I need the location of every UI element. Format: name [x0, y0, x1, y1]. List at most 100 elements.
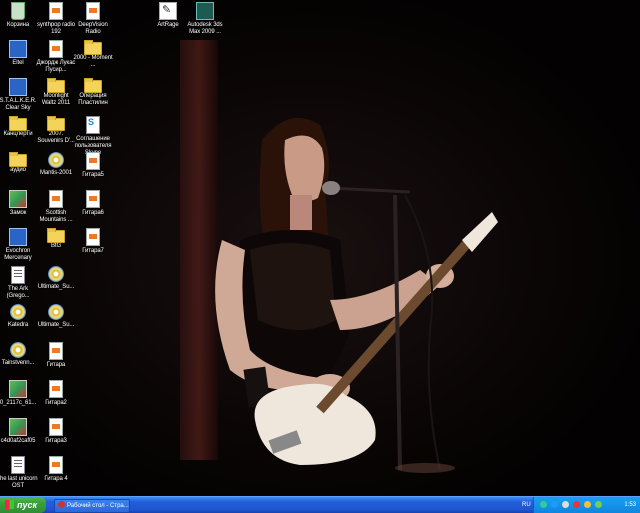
- desktop-icon[interactable]: Ultimate_Su...: [36, 266, 76, 306]
- desktop-icon[interactable]: Гитара 4: [36, 456, 76, 496]
- desktop-icon-label: Eltel: [12, 60, 24, 66]
- desktop-icon-label: Scottish Mountains ...: [39, 210, 73, 223]
- task-label: Рабочий стол - Стра...: [67, 503, 129, 509]
- desktop-icon[interactable]: Соглашение пользователя Skype: [73, 116, 113, 156]
- desktop-icon[interactable]: Корзина: [0, 2, 38, 42]
- desktop-icon[interactable]: S.T.A.L.K.E.R. Clear Sky: [0, 78, 38, 118]
- desktop-icon[interactable]: 2007. Souvenirs D'...: [36, 116, 76, 156]
- document-icon: [11, 456, 25, 474]
- artrage-icon: [159, 2, 177, 20]
- desktop-icon-label: the last unicorn OST: [0, 476, 38, 489]
- desktop-icon[interactable]: Гитара: [36, 342, 76, 382]
- desktop-icon-label: Операция Пластилин: [78, 93, 108, 106]
- folder-icon: [9, 152, 27, 167]
- desktop-icon-label: c4d0af2caf05: [0, 438, 36, 444]
- desktop-icon[interactable]: Mantis-2001: [36, 152, 76, 192]
- desktop-icon[interactable]: Гитара3: [36, 418, 76, 458]
- desktop-icon[interactable]: Scottish Mountains ...: [36, 190, 76, 230]
- start-button[interactable]: пуск: [0, 497, 46, 513]
- desktop-icon-label: Autodesk 3ds Max 2009 ...: [187, 22, 223, 35]
- desktop-icon-label: The Ark (Grego...: [6, 286, 30, 299]
- desktop-icon-label: 0_2117c_61...: [0, 400, 37, 406]
- taskbar-button-explorer[interactable]: Рабочий стол - Стра...: [54, 499, 130, 513]
- desktop-icon-label: 2007. Souvenirs D'...: [37, 131, 75, 144]
- desktop-icon-label: Корзина: [6, 22, 30, 28]
- desktop-icon[interactable]: Гитара2: [36, 380, 76, 420]
- skype-doc-icon: [86, 116, 100, 134]
- desktop-icon[interactable]: Tainstvenn...: [0, 342, 38, 382]
- desktop-icon[interactable]: 2000 - Moment ...: [73, 40, 113, 80]
- system-tray: RU 1:53: [522, 497, 640, 513]
- desktop-icon-label: Гитара5: [82, 172, 104, 178]
- folder-icon: [84, 40, 102, 55]
- network-icon[interactable]: [540, 501, 547, 508]
- audio-file-icon: [49, 40, 63, 58]
- desktop-icon[interactable]: Katedra: [0, 304, 38, 344]
- cd-icon: [10, 304, 26, 320]
- desktop-icon-label: Ultimate_Su...: [37, 322, 75, 328]
- desktop-icon-label: S.T.A.L.K.E.R. Clear Sky: [0, 98, 37, 111]
- desktop-icon[interactable]: 0_2117c_61...: [0, 380, 38, 420]
- desktop-icon-label: Гитара6: [82, 210, 104, 216]
- folder-icon: [9, 116, 27, 131]
- desktop-icon[interactable]: DeepVision Radio: [73, 2, 113, 42]
- antivirus-icon[interactable]: [573, 501, 580, 508]
- desktop-icon[interactable]: synthpop radio 192: [36, 2, 76, 42]
- image-icon: [9, 380, 27, 398]
- desktop-icon[interactable]: Операция Пластилин: [73, 78, 113, 118]
- desktop-icon-label: КанцлерГи: [3, 131, 33, 137]
- desktop-icon-label: DeepVision Radio: [78, 22, 108, 35]
- ie-icon: [58, 501, 65, 508]
- desktop-icon[interactable]: Ultimate_Su...: [36, 304, 76, 344]
- desktop[interactable]: Корзина synthpop radio 192 DeepVision Radi…: [0, 0, 640, 496]
- desktop-icon[interactable]: Evochron Mercenary: [0, 228, 38, 268]
- update-icon[interactable]: [584, 501, 591, 508]
- start-label: пуск: [17, 500, 38, 510]
- desktop-icon-label: Гитара 4: [44, 476, 68, 482]
- document-icon: [11, 266, 25, 284]
- desktop-icon[interactable]: the last unicorn OST: [0, 456, 38, 496]
- security-icon[interactable]: [595, 501, 602, 508]
- folder-icon: [47, 116, 65, 131]
- desktop-icon[interactable]: BtG: [36, 228, 76, 268]
- image-file-icon: [86, 228, 100, 246]
- desktop-icon[interactable]: Autodesk 3ds Max 2009 ...: [185, 2, 225, 42]
- skype-icon[interactable]: [551, 501, 558, 508]
- desktop-icon[interactable]: КанцлерГи: [0, 116, 38, 156]
- desktop-icon-label: Katedra: [7, 322, 29, 328]
- desktop-icon[interactable]: ArtRage: [148, 2, 188, 42]
- image-file-icon: [86, 152, 100, 170]
- clock[interactable]: 1:53: [624, 497, 636, 513]
- desktop-icon[interactable]: аудио: [0, 152, 38, 192]
- image-file-icon: [49, 190, 63, 208]
- desktop-icon[interactable]: Джордж Лукас Пусир...: [36, 40, 76, 80]
- app-icon: [9, 78, 27, 96]
- desktop-icon[interactable]: The Ark (Grego...: [0, 266, 38, 306]
- taskbar: пуск Рабочий стол - Стра... RU 1:53: [0, 496, 640, 513]
- desktop-icon-label: Замок: [9, 210, 27, 216]
- desktop-icon[interactable]: Eltel: [0, 40, 38, 80]
- desktop-icon-label: Гитара2: [45, 400, 67, 406]
- language-indicator[interactable]: RU: [522, 497, 531, 513]
- folder-icon: [84, 78, 102, 93]
- desktop-icon-label: Гитара: [46, 362, 66, 368]
- desktop-icon-label: Evochron Mercenary: [4, 248, 32, 261]
- cd-icon: [10, 342, 26, 358]
- windows-logo-icon: [5, 500, 14, 509]
- desktop-icon-label: Гитара3: [45, 438, 67, 444]
- desktop-icon-label: Mantis-2001: [40, 170, 72, 176]
- desktop-icon[interactable]: Гитара5: [73, 152, 113, 192]
- desktop-icon[interactable]: Moonlight Waltz 2011: [36, 78, 76, 118]
- desktop-icon-label: Tainstvenn...: [1, 360, 35, 366]
- recycle-bin-icon: [11, 2, 25, 20]
- desktop-icon[interactable]: Замок: [0, 190, 38, 230]
- image-file-icon: [49, 342, 63, 360]
- image-icon: [9, 190, 27, 208]
- image-file-icon: [49, 418, 63, 436]
- app-icon: [9, 228, 27, 246]
- volume-icon[interactable]: [562, 501, 569, 508]
- desktop-icon[interactable]: c4d0af2caf05: [0, 418, 38, 458]
- desktop-icon[interactable]: Гитара7: [73, 228, 113, 268]
- desktop-icon[interactable]: Гитара6: [73, 190, 113, 230]
- desktop-icon-label: Джордж Лукас Пусир...: [36, 60, 76, 73]
